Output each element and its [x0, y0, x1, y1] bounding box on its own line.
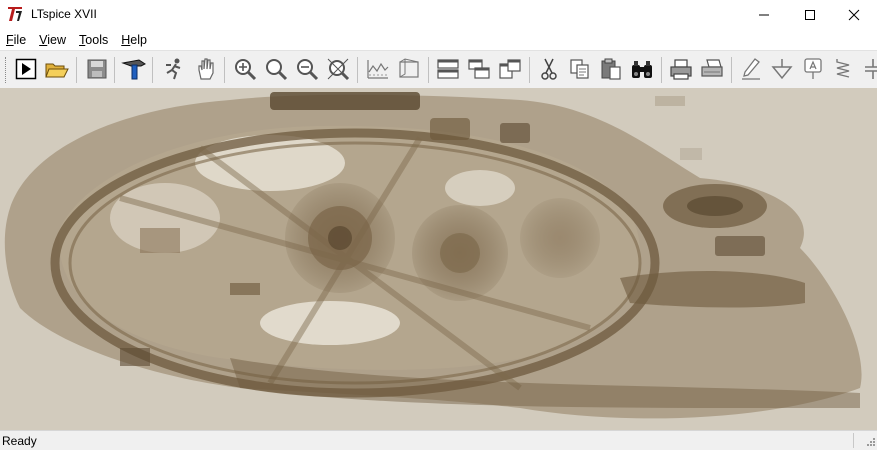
capacitor-button[interactable]	[858, 55, 877, 83]
mark-unused-icon	[397, 58, 421, 80]
resize-grip-icon[interactable]	[866, 437, 876, 447]
menu-help[interactable]: Help	[115, 30, 154, 50]
print-icon	[669, 58, 693, 80]
paste-button[interactable]	[597, 55, 625, 83]
label-net-button[interactable]	[799, 55, 827, 83]
ltspice-logo-icon	[6, 5, 24, 23]
copy-icon	[569, 58, 591, 80]
open-button[interactable]	[43, 55, 71, 83]
draw-wire-button[interactable]	[737, 55, 765, 83]
menu-file[interactable]: File	[0, 30, 33, 50]
print-preview-icon	[700, 58, 724, 80]
cut-icon	[538, 57, 560, 81]
menu-bar: File View Tools Help	[0, 30, 877, 50]
title-bar: LTspice XVII	[0, 0, 877, 30]
toolbar-separator	[529, 57, 530, 83]
close-button[interactable]	[831, 0, 877, 30]
run-icon	[15, 58, 37, 80]
maximize-button[interactable]	[787, 0, 833, 30]
background-artwork-image	[0, 88, 877, 430]
minimize-icon	[758, 9, 770, 21]
zoom-back-button[interactable]	[262, 55, 290, 83]
toolbar-separator	[224, 57, 225, 83]
toolbar-separator	[428, 57, 429, 83]
status-divider	[853, 433, 854, 448]
find-button[interactable]	[628, 55, 656, 83]
halt-icon	[162, 57, 186, 81]
zoom-back-icon	[264, 57, 288, 81]
zoom-out-button[interactable]	[293, 55, 321, 83]
control-panel-icon	[121, 57, 147, 81]
ground-icon	[770, 57, 794, 81]
toolbar-separator	[76, 57, 77, 83]
tile-horizontal-icon	[436, 58, 460, 80]
draw-wire-icon	[740, 57, 762, 81]
zoom-fit-icon	[326, 57, 350, 81]
save-icon	[86, 58, 108, 80]
toolbar-separator	[357, 57, 358, 83]
toolbar-grip[interactable]	[5, 57, 8, 83]
ground-button[interactable]	[768, 55, 796, 83]
label-net-icon	[801, 57, 825, 81]
toolbar-separator	[114, 57, 115, 83]
save-button[interactable]	[83, 55, 111, 83]
close-icon	[848, 9, 860, 21]
autorange-button[interactable]	[364, 55, 392, 83]
zoom-in-button[interactable]	[231, 55, 259, 83]
cascade-button[interactable]	[465, 55, 493, 83]
halt-button[interactable]	[160, 55, 188, 83]
find-icon	[630, 58, 654, 80]
pan-icon	[195, 57, 217, 81]
copy-button[interactable]	[566, 55, 594, 83]
mark-unused-button[interactable]	[395, 55, 423, 83]
paste-icon	[600, 58, 622, 80]
autorange-icon	[366, 58, 390, 80]
tile-horizontal-button[interactable]	[434, 55, 462, 83]
maximize-icon	[804, 9, 816, 21]
zoom-in-icon	[233, 57, 257, 81]
cut-button[interactable]	[535, 55, 563, 83]
pan-button[interactable]	[192, 55, 220, 83]
toolbar-separator	[731, 57, 732, 83]
print-button[interactable]	[667, 55, 695, 83]
resistor-icon	[833, 57, 855, 81]
status-bar: Ready	[0, 430, 877, 450]
run-button[interactable]	[12, 55, 40, 83]
capacitor-icon	[863, 57, 877, 81]
tile-vertical-button[interactable]	[496, 55, 524, 83]
menu-tools[interactable]: Tools	[73, 30, 115, 50]
toolbar	[0, 50, 877, 89]
status-text: Ready	[2, 434, 37, 448]
window-title: LTspice XVII	[31, 7, 97, 21]
zoom-out-icon	[295, 57, 319, 81]
control-panel-button[interactable]	[120, 55, 148, 83]
schematic-canvas[interactable]	[0, 88, 877, 430]
cascade-icon	[467, 58, 491, 80]
menu-view[interactable]: View	[33, 30, 73, 50]
toolbar-separator	[152, 57, 153, 83]
resistor-button[interactable]	[830, 55, 858, 83]
open-icon	[45, 58, 69, 80]
zoom-fit-button[interactable]	[324, 55, 352, 83]
print-preview-button[interactable]	[698, 55, 726, 83]
minimize-button[interactable]	[741, 0, 787, 30]
tile-vertical-icon	[498, 58, 522, 80]
toolbar-separator	[661, 57, 662, 83]
